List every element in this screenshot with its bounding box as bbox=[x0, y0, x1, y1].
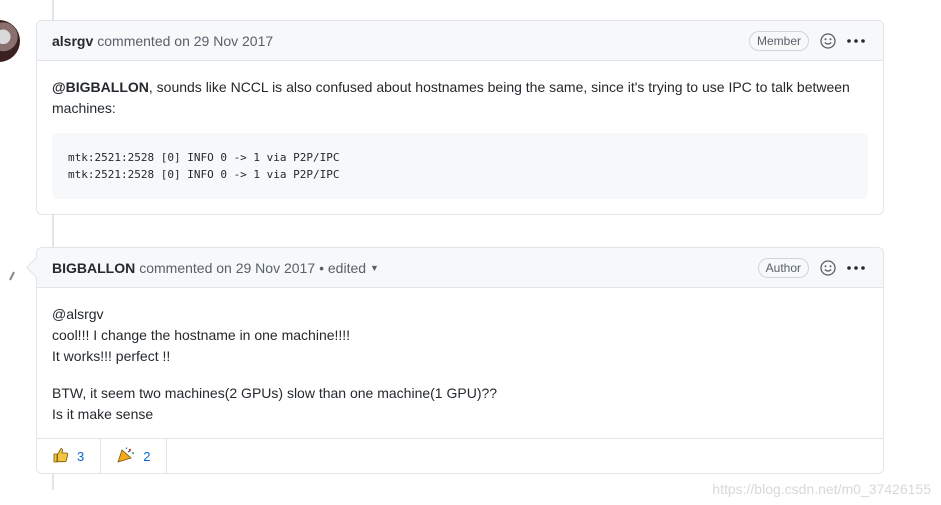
more-options-icon[interactable] bbox=[847, 259, 865, 277]
smiley-icon[interactable] bbox=[819, 32, 837, 50]
mention-link[interactable]: @BIGBALLON bbox=[52, 79, 149, 95]
comment: BIGBALLON commented on 29 Nov 2017 • edi… bbox=[25, 247, 884, 474]
comment-text: Is it make sense bbox=[52, 406, 154, 422]
chevron-down-icon[interactable]: ▼ bbox=[370, 263, 379, 273]
code-block: mtk:2521:2528 [0] INFO 0 -> 1 via P2P/IP… bbox=[52, 133, 868, 199]
comment-header: BIGBALLON commented on 29 Nov 2017 • edi… bbox=[37, 248, 883, 288]
comment-body: @BIGBALLON, sounds like NCCL is also con… bbox=[37, 61, 883, 199]
comment-text: cool!!! I change the hostname in one mac… bbox=[52, 327, 351, 343]
comment-timestamp[interactable]: commented on 29 Nov 2017 bbox=[139, 260, 315, 276]
more-options-icon[interactable] bbox=[847, 32, 865, 50]
comment-text: BTW, it seem two machines(2 GPUs) slow t… bbox=[52, 385, 498, 401]
comment: alsrgv commented on 29 Nov 2017 Member @… bbox=[36, 20, 884, 215]
comment-text: It works!!! perfect !! bbox=[52, 348, 171, 364]
avatar[interactable] bbox=[0, 20, 20, 62]
comment-text: , sounds like NCCL is also confused abou… bbox=[52, 79, 850, 116]
role-badge: Member bbox=[748, 30, 809, 51]
watermark: https://blog.csdn.net/m0_37426155 bbox=[712, 481, 931, 497]
tada-icon bbox=[117, 446, 135, 466]
comment-body: @alsrgv cool!!! I change the hostname in… bbox=[37, 288, 883, 425]
author-name[interactable]: alsrgv bbox=[52, 33, 93, 49]
edited-dropdown[interactable]: • edited bbox=[319, 260, 366, 276]
role-badge: Author bbox=[757, 257, 809, 278]
reaction-count: 2 bbox=[143, 448, 151, 464]
reactions-bar: 3 2 bbox=[37, 438, 883, 473]
avatar[interactable] bbox=[8, 268, 16, 281]
comment-header: alsrgv commented on 29 Nov 2017 Member bbox=[37, 21, 883, 61]
mention-link[interactable]: @alsrgv bbox=[52, 304, 868, 325]
thumbs-up-icon bbox=[53, 447, 69, 466]
reaction-thumbs-up[interactable]: 3 bbox=[37, 439, 102, 473]
comment-timestamp[interactable]: commented on 29 Nov 2017 bbox=[97, 33, 273, 49]
reaction-count: 3 bbox=[77, 448, 85, 464]
code-line: mtk:2521:2528 [0] INFO 0 -> 1 via P2P/IP… bbox=[68, 151, 340, 164]
reaction-tada[interactable]: 2 bbox=[101, 439, 168, 473]
smiley-icon[interactable] bbox=[819, 259, 837, 277]
code-line: mtk:2521:2528 [0] INFO 0 -> 1 via P2P/IP… bbox=[68, 168, 340, 181]
author-name[interactable]: BIGBALLON bbox=[52, 260, 135, 276]
